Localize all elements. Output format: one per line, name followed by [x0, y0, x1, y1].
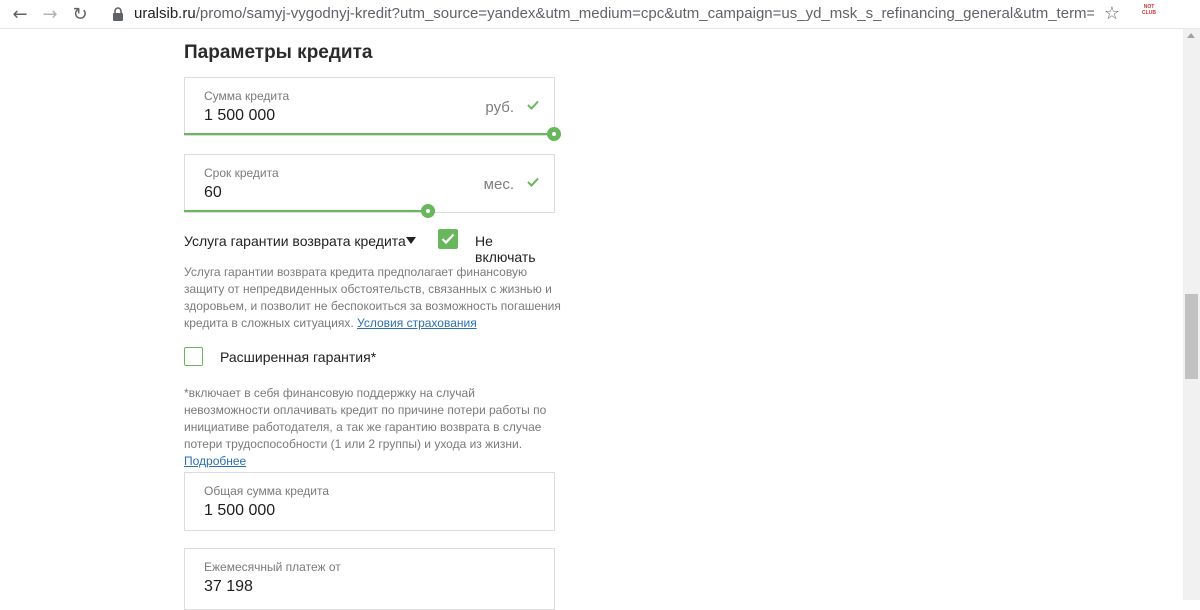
- scrollbar-thumb[interactable]: [1185, 294, 1198, 379]
- monthly-value: 37 198: [204, 578, 253, 595]
- check-icon: [527, 100, 539, 110]
- amount-field[interactable]: Сумма кредита 1 500 000 руб.: [184, 77, 555, 136]
- guarantee-description: Услуга гарантии возврата кредита предпол…: [184, 264, 564, 332]
- guarantee-label[interactable]: Услуга гарантии возврата кредита: [184, 233, 406, 249]
- caret-down-icon[interactable]: [406, 237, 416, 244]
- page-scrollbar[interactable]: [1183, 29, 1200, 600]
- checkmark-icon: [441, 233, 455, 245]
- section-title: Параметры кредита: [184, 42, 373, 63]
- reload-icon[interactable]: ↻: [68, 2, 92, 26]
- total-amount-field: Общая сумма кредита 1 500 000: [184, 472, 555, 531]
- amount-label: Сумма кредита: [204, 89, 290, 103]
- term-label: Срок кредита: [204, 166, 279, 180]
- extension-icon[interactable]: NOT CLUB: [1140, 4, 1158, 20]
- guarantee-toggle-label[interactable]: Не включать: [475, 233, 555, 265]
- extended-description-text: *включает в себя финансовую поддержку на…: [184, 386, 547, 451]
- extension-label: NOT CLUB: [1142, 4, 1156, 16]
- term-slider-handle[interactable]: [421, 204, 435, 218]
- amount-value[interactable]: 1 500 000: [204, 107, 275, 125]
- back-arrow-icon[interactable]: ←: [8, 2, 32, 26]
- extended-description: *включает в себя финансовую поддержку на…: [184, 385, 564, 470]
- term-field[interactable]: Срок кредита 60 мес.: [184, 154, 555, 213]
- url-path: /promo/samyj-vygodnyj-kredit?utm_source=…: [195, 5, 1094, 22]
- url-host: uralsib.ru: [134, 5, 196, 22]
- guarantee-checkbox[interactable]: [438, 229, 458, 249]
- forward-arrow-icon[interactable]: →: [38, 2, 62, 26]
- monthly-label: Ежемесячный платеж от: [204, 560, 341, 574]
- insurance-terms-link[interactable]: Условия страхования: [357, 316, 477, 330]
- amount-unit: руб.: [485, 99, 514, 116]
- browser-toolbar: ← → ↻ uralsib.ru/promo/samyj-vygodnyj-kr…: [0, 0, 1200, 29]
- term-value[interactable]: 60: [204, 184, 222, 202]
- scroll-up-icon[interactable]: [1187, 33, 1195, 38]
- term-unit: мес.: [483, 176, 514, 193]
- bookmark-star-icon[interactable]: ☆: [1100, 1, 1124, 25]
- total-value: 1 500 000: [204, 502, 276, 519]
- guarantee-row: Услуга гарантии возврата кредита Не вклю…: [184, 229, 555, 265]
- check-icon: [527, 177, 539, 187]
- more-details-link[interactable]: Подробнее: [184, 454, 246, 468]
- extended-guarantee-label[interactable]: Расширенная гарантия*: [220, 349, 376, 365]
- lock-icon[interactable]: [110, 6, 126, 22]
- amount-slider-track[interactable]: [184, 133, 554, 135]
- amount-slider-handle[interactable]: [547, 127, 561, 141]
- extended-guarantee-row: Расширенная гарантия*: [184, 347, 564, 369]
- total-label: Общая сумма кредита: [204, 484, 330, 498]
- monthly-payment-field: Ежемесячный платеж от 37 198: [184, 548, 555, 610]
- term-slider-track[interactable]: [184, 210, 428, 212]
- extended-guarantee-checkbox[interactable]: [184, 347, 203, 366]
- address-bar[interactable]: uralsib.ru/promo/samyj-vygodnyj-kredit?u…: [134, 5, 1094, 23]
